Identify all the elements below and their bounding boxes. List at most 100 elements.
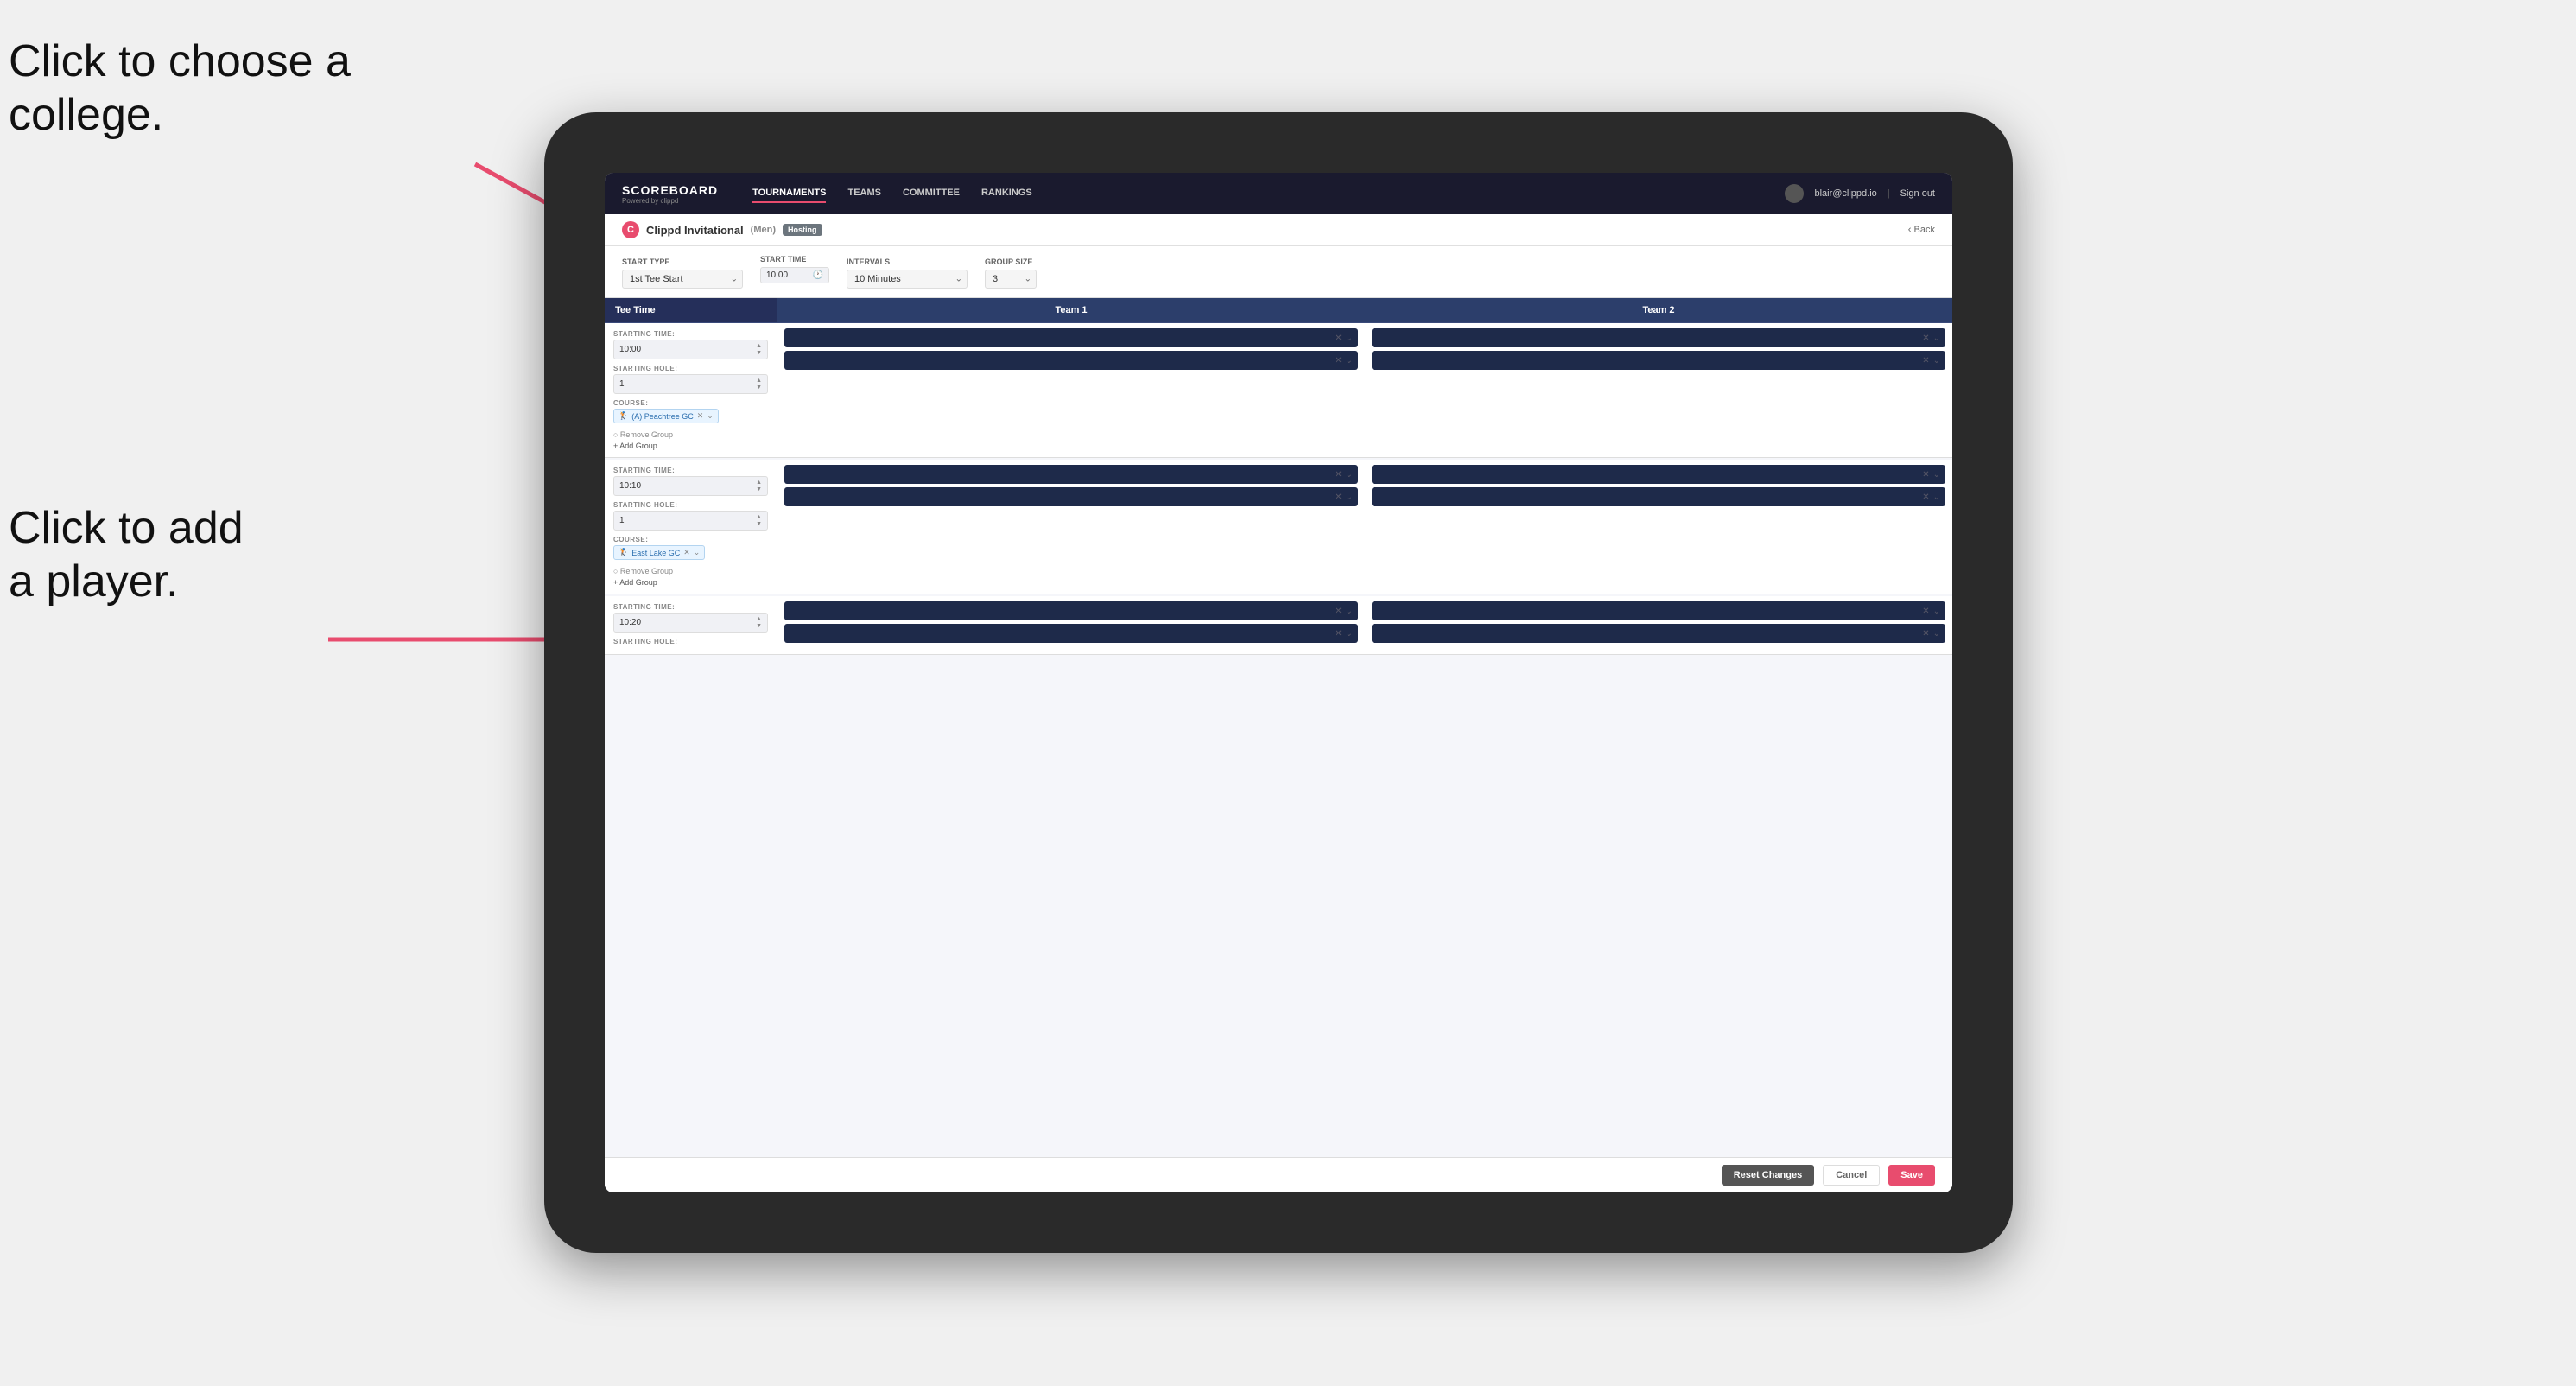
player-slot-3-1[interactable]: ✕ ⌄: [784, 465, 1358, 484]
player-slot-4-1[interactable]: ✕ ⌄: [1372, 465, 1945, 484]
nav-rankings[interactable]: RANKINGS: [981, 184, 1032, 203]
player-slot-x-5-2[interactable]: ✕: [1335, 629, 1342, 639]
save-button[interactable]: Save: [1888, 1165, 1935, 1186]
add-group-btn-1[interactable]: + Add Group: [613, 442, 768, 450]
nav-tournaments[interactable]: TOURNAMENTS: [752, 184, 826, 203]
player-slot-x-1-1[interactable]: ✕: [1335, 334, 1342, 343]
start-type-select[interactable]: 1st Tee Start Shotgun Start: [622, 270, 743, 289]
player-slot-2-1[interactable]: ✕ ⌄: [1372, 328, 1945, 347]
back-button[interactable]: ‹ Back: [1908, 225, 1935, 235]
reset-button[interactable]: Reset Changes: [1722, 1165, 1814, 1186]
remove-group-btn-1[interactable]: ○ Remove Group: [613, 430, 768, 439]
player-slot-1-2[interactable]: ✕ ⌄: [784, 351, 1358, 370]
starting-hole-input-2[interactable]: 1 ▲ ▼: [613, 511, 768, 531]
player-slot-5-2[interactable]: ✕ ⌄: [784, 624, 1358, 643]
tee-actions-1: ○ Remove Group + Add Group: [613, 430, 768, 450]
intervals-group: Intervals 10 Minutes 8 Minutes 12 Minute…: [847, 257, 968, 289]
tablet-frame: SCOREBOARD Powered by clippd TOURNAMENTS…: [544, 112, 2013, 1253]
course-label-2: COURSE:: [613, 536, 768, 544]
team1-col-1: ✕ ⌄ ✕ ⌄: [777, 323, 1365, 457]
annotation-player: Click to add a player.: [9, 501, 244, 609]
player-slot-4-2[interactable]: ✕ ⌄: [1372, 487, 1945, 506]
col-tee-time: Tee Time: [605, 298, 777, 322]
starting-time-label-1: STARTING TIME:: [613, 330, 768, 338]
player-slot-x-2-1[interactable]: ✕: [1922, 334, 1929, 343]
course-remove-2[interactable]: ✕: [683, 548, 690, 557]
player-slot-chevron-6-1[interactable]: ⌄: [1933, 607, 1940, 616]
starting-hole-label-3: STARTING HOLE:: [613, 638, 768, 645]
start-time-input[interactable]: 10:00 🕐: [760, 267, 829, 283]
start-time-group: Start Time 10:00 🕐: [760, 255, 829, 289]
start-type-group: Start Type 1st Tee Start Shotgun Start: [622, 257, 743, 289]
course-tag-2[interactable]: 🏌 East Lake GC ✕ ⌄: [613, 545, 705, 560]
form-controls: Start Type 1st Tee Start Shotgun Start S…: [605, 246, 1952, 298]
player-slot-x-6-1[interactable]: ✕: [1922, 607, 1929, 616]
player-slot-x-1-2[interactable]: ✕: [1335, 356, 1342, 366]
start-type-wrapper: 1st Tee Start Shotgun Start: [622, 270, 743, 289]
tee-left-2: STARTING TIME: 10:10 ▲ ▼ STARTING HOLE: …: [605, 460, 777, 594]
starting-hole-input-1[interactable]: 1 ▲ ▼: [613, 374, 768, 394]
remove-group-btn-2[interactable]: ○ Remove Group: [613, 567, 768, 575]
player-slot-6-1[interactable]: ✕ ⌄: [1372, 601, 1945, 620]
player-slot-chevron-3-1[interactable]: ⌄: [1346, 470, 1353, 480]
course-remove-1[interactable]: ✕: [697, 411, 704, 421]
player-slot-chevron-1-2[interactable]: ⌄: [1346, 356, 1353, 366]
starting-time-input-3[interactable]: 10:20 ▲ ▼: [613, 613, 768, 633]
player-slot-chevron-5-1[interactable]: ⌄: [1346, 607, 1353, 616]
group-size-group: Group Size 3 2 4: [985, 257, 1037, 289]
player-slot-x-3-1[interactable]: ✕: [1335, 470, 1342, 480]
player-slot-x-6-2[interactable]: ✕: [1922, 629, 1929, 639]
player-slot-chevron-1-1[interactable]: ⌄: [1346, 334, 1353, 343]
starting-time-input-2[interactable]: 10:10 ▲ ▼: [613, 476, 768, 496]
player-slot-x-4-2[interactable]: ✕: [1922, 493, 1929, 502]
add-group-btn-2[interactable]: + Add Group: [613, 578, 768, 587]
user-email: blair@clippd.io: [1814, 188, 1876, 199]
tee-left-3: STARTING TIME: 10:20 ▲ ▼ STARTING HOLE:: [605, 596, 777, 654]
sub-header: C Clippd Invitational (Men) Hosting ‹ Ba…: [605, 214, 1952, 246]
course-expand-1[interactable]: ⌄: [707, 411, 714, 421]
rows-container: STARTING TIME: 10:00 ▲ ▼ STARTING HOLE: …: [605, 323, 1952, 1157]
nav-links: TOURNAMENTS TEAMS COMMITTEE RANKINGS: [752, 184, 1759, 203]
gender-label: (Men): [751, 225, 776, 235]
tee-left-1: STARTING TIME: 10:00 ▲ ▼ STARTING HOLE: …: [605, 323, 777, 457]
scoreboard-logo: SCOREBOARD Powered by clippd: [622, 183, 718, 205]
start-time-label: Start Time: [760, 255, 829, 264]
starting-time-input-1[interactable]: 10:00 ▲ ▼: [613, 340, 768, 359]
team2-col-3: ✕ ⌄ ✕ ⌄: [1365, 596, 1952, 654]
player-slot-chevron-5-2[interactable]: ⌄: [1346, 629, 1353, 639]
nav-bar: SCOREBOARD Powered by clippd TOURNAMENTS…: [605, 173, 1952, 214]
player-slot-chevron-6-2[interactable]: ⌄: [1933, 629, 1940, 639]
player-slot-x-3-2[interactable]: ✕: [1335, 493, 1342, 502]
col-team1: Team 1: [777, 298, 1365, 322]
player-slot-x-5-1[interactable]: ✕: [1335, 607, 1342, 616]
player-slot-6-2[interactable]: ✕ ⌄: [1372, 624, 1945, 643]
player-slot-chevron-3-2[interactable]: ⌄: [1346, 493, 1353, 502]
nav-committee[interactable]: COMMITTEE: [903, 184, 960, 203]
player-slot-chevron-2-1[interactable]: ⌄: [1933, 334, 1940, 343]
tournament-name: Clippd Invitational: [646, 224, 744, 237]
tee-actions-2: ○ Remove Group + Add Group: [613, 567, 768, 587]
player-slot-chevron-4-1[interactable]: ⌄: [1933, 470, 1940, 480]
player-slot-5-1[interactable]: ✕ ⌄: [784, 601, 1358, 620]
team2-col-2: ✕ ⌄ ✕ ⌄: [1365, 460, 1952, 594]
nav-right: blair@clippd.io | Sign out: [1785, 184, 1935, 203]
nav-teams[interactable]: TEAMS: [847, 184, 881, 203]
player-slot-x-2-2[interactable]: ✕: [1922, 356, 1929, 366]
player-slot-chevron-4-2[interactable]: ⌄: [1933, 493, 1940, 502]
player-slot-chevron-2-2[interactable]: ⌄: [1933, 356, 1940, 366]
sign-out-link[interactable]: Sign out: [1900, 188, 1935, 199]
starting-time-label-3: STARTING TIME:: [613, 603, 768, 611]
logo-text: SCOREBOARD: [622, 183, 718, 197]
player-slot-1-1[interactable]: ✕ ⌄: [784, 328, 1358, 347]
course-expand-2[interactable]: ⌄: [694, 548, 701, 557]
player-slot-3-2[interactable]: ✕ ⌄: [784, 487, 1358, 506]
player-slot-x-4-1[interactable]: ✕: [1922, 470, 1929, 480]
course-tag-1[interactable]: 🏌 (A) Peachtree GC ✕ ⌄: [613, 409, 719, 423]
clippd-icon: C: [622, 221, 639, 238]
cancel-button[interactable]: Cancel: [1823, 1165, 1880, 1186]
annotation-college: Click to choose a college.: [9, 35, 351, 143]
intervals-select[interactable]: 10 Minutes 8 Minutes 12 Minutes: [847, 270, 968, 289]
player-slot-2-2[interactable]: ✕ ⌄: [1372, 351, 1945, 370]
group-size-select[interactable]: 3 2 4: [985, 270, 1037, 289]
team1-col-2: ✕ ⌄ ✕ ⌄: [777, 460, 1365, 594]
